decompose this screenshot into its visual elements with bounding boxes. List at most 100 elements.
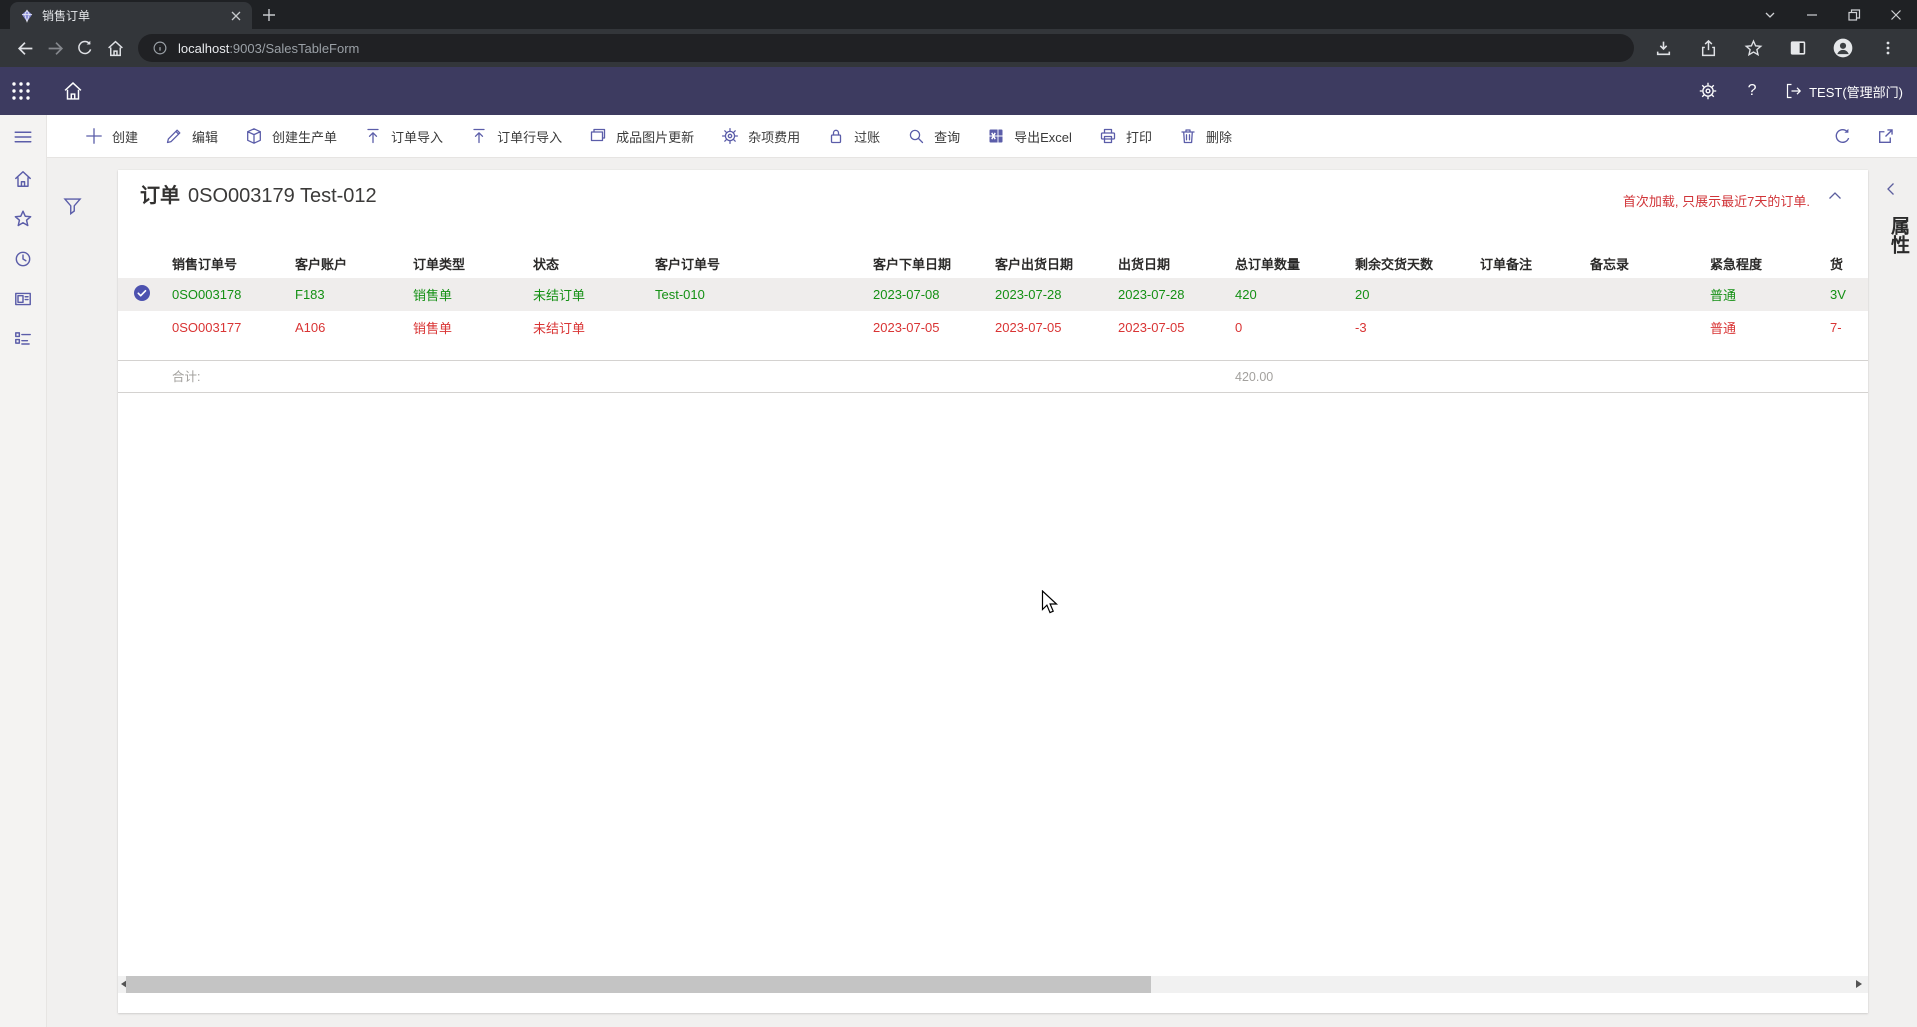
column-header[interactable]: 客户订单号 <box>655 248 873 278</box>
tab-close-icon[interactable] <box>228 8 244 24</box>
search-icon <box>907 127 925 145</box>
share-icon[interactable] <box>1693 33 1723 63</box>
window-menu-chevron-icon[interactable] <box>1763 8 1777 22</box>
side-panel-icon[interactable] <box>1783 33 1813 63</box>
chevron-left-icon[interactable] <box>1882 180 1900 198</box>
toolbar-post-button[interactable]: 过账 <box>827 127 880 146</box>
toolbar-order-import-button[interactable]: 订单导入 <box>364 127 443 146</box>
table-cell: A106 <box>295 311 413 344</box>
column-header[interactable]: 订单类型 <box>413 248 533 278</box>
toolbar-order-line-import-button[interactable]: 订单行导入 <box>470 127 562 146</box>
toolbar-misc-charges-button[interactable]: 杂项费用 <box>721 127 800 146</box>
column-header[interactable]: 客户下单日期 <box>873 248 995 278</box>
logout-icon <box>1784 82 1802 100</box>
column-header[interactable]: 客户账户 <box>295 248 413 278</box>
home-icon <box>13 169 33 189</box>
window-restore-icon[interactable] <box>1847 8 1861 22</box>
column-header[interactable]: 出货日期 <box>1118 248 1235 278</box>
site-info-icon[interactable] <box>152 40 168 56</box>
browser-menu-kebab-icon[interactable] <box>1873 33 1903 63</box>
column-header[interactable]: 销售订单号 <box>172 248 295 278</box>
column-header[interactable]: 剩余交货天数 <box>1355 248 1480 278</box>
column-header[interactable]: 客户出货日期 <box>995 248 1118 278</box>
tab-title: 销售订单 <box>42 7 228 24</box>
table-cell: F183 <box>295 278 413 311</box>
toolbar-create-button[interactable]: 创建 <box>85 127 138 146</box>
table-cell: 2023-07-08 <box>873 278 995 311</box>
toolbar-print-button[interactable]: 打印 <box>1099 127 1152 146</box>
column-header[interactable]: 紧急程度 <box>1710 248 1830 278</box>
settings-gear-icon[interactable] <box>1696 75 1720 107</box>
sidebar-item-menu[interactable] <box>0 115 47 159</box>
app-home-icon[interactable] <box>61 75 85 107</box>
totals-row: 合计: 420.00 <box>118 360 1868 393</box>
table-cell: 普通 <box>1710 311 1830 344</box>
row-select-cell[interactable] <box>118 278 172 311</box>
window-close-icon[interactable] <box>1889 8 1903 22</box>
pencil-icon <box>165 127 183 145</box>
content-area: 订单0SO003179 Test-012 首次加载, 只展示最近7天的订单. 销… <box>47 158 1917 1027</box>
table-row[interactable]: 0SO003178F183销售单未结订单Test-0102023-07-0820… <box>118 278 1868 311</box>
toolbar-button-label: 创建 <box>112 127 138 146</box>
table-cell: 普通 <box>1710 278 1830 311</box>
user-label: TEST(管理部门) <box>1809 82 1903 101</box>
new-tab-icon[interactable] <box>260 6 278 24</box>
properties-panel-label[interactable]: 属性 <box>1885 216 1912 254</box>
first-load-notice: 首次加载, 只展示最近7天的订单. <box>1623 191 1810 210</box>
sidebar-item-home[interactable] <box>0 159 47 199</box>
excel-icon <box>987 127 1005 145</box>
browser-navbar: localhost:9003/SalesTableForm <box>0 29 1917 67</box>
forward-icon[interactable] <box>40 33 70 63</box>
toolbar-edit-button[interactable]: 编辑 <box>165 127 218 146</box>
toolbar-create-production-order-button[interactable]: 创建生产单 <box>245 127 337 146</box>
scrollbar-thumb[interactable] <box>126 976 1151 993</box>
toolbar-query-button[interactable]: 查询 <box>907 127 960 146</box>
column-header[interactable] <box>118 248 172 278</box>
reload-icon[interactable] <box>70 33 100 63</box>
table-cell: 2023-07-28 <box>995 278 1118 311</box>
browser-home-icon[interactable] <box>100 33 130 63</box>
user-menu[interactable]: TEST(管理部门) <box>1784 82 1903 101</box>
sidebar-item-workspaces[interactable] <box>0 279 47 319</box>
sidebar-item-tasks[interactable] <box>0 319 47 359</box>
open-in-new-window-icon[interactable] <box>1876 127 1895 146</box>
column-header[interactable]: 备忘录 <box>1590 248 1710 278</box>
sidebar-item-favorites[interactable] <box>0 199 47 239</box>
table-row[interactable]: 0SO003177A106销售单未结订单2023-07-052023-07-05… <box>118 311 1868 344</box>
refresh-icon[interactable] <box>1833 127 1852 146</box>
address-bar[interactable]: localhost:9003/SalesTableForm <box>138 34 1634 62</box>
back-icon[interactable] <box>10 33 40 63</box>
column-header[interactable]: 订单备注 <box>1480 248 1590 278</box>
column-header[interactable]: 状态 <box>533 248 655 278</box>
column-header[interactable]: 货 <box>1830 248 1868 278</box>
favicon-diamond-icon <box>20 9 34 23</box>
toolbar-delete-button[interactable]: 删除 <box>1179 127 1232 146</box>
toolbar-button-label: 删除 <box>1206 127 1232 146</box>
trash-icon <box>1179 127 1197 145</box>
table-cell: 0SO003178 <box>172 278 295 311</box>
toolbar-button-label: 订单导入 <box>391 127 443 146</box>
table-cell: 2023-07-28 <box>1118 278 1235 311</box>
row-select-cell[interactable] <box>118 311 172 344</box>
chevron-up-icon[interactable] <box>1826 187 1844 205</box>
column-header[interactable]: 总订单数量 <box>1235 248 1355 278</box>
filter-funnel-icon[interactable] <box>62 195 83 216</box>
downloads-icon[interactable] <box>1648 33 1678 63</box>
horizontal-scrollbar[interactable] <box>118 976 1868 993</box>
table-cell: 20 <box>1355 278 1480 311</box>
table-cell: Test-010 <box>655 278 873 311</box>
window-minimize-icon[interactable] <box>1805 8 1819 22</box>
upload-icon <box>364 127 382 145</box>
hamburger-icon <box>13 127 33 147</box>
toolbar-button-label: 编辑 <box>192 127 218 146</box>
bookmark-star-icon[interactable] <box>1738 33 1768 63</box>
browser-tab[interactable]: 销售订单 <box>10 2 252 29</box>
profile-avatar-icon[interactable] <box>1828 33 1858 63</box>
totals-value: 420.00 <box>1235 361 1273 393</box>
waffle-menu-icon[interactable] <box>9 75 33 107</box>
toolbar-export-excel-button[interactable]: 导出Excel <box>987 127 1072 146</box>
sidebar-item-recent[interactable] <box>0 239 47 279</box>
help-button[interactable]: ? <box>1740 75 1764 107</box>
toolbar-product-image-update-button[interactable]: 成品图片更新 <box>589 127 694 146</box>
scroll-right-arrow-icon[interactable] <box>1856 980 1862 988</box>
